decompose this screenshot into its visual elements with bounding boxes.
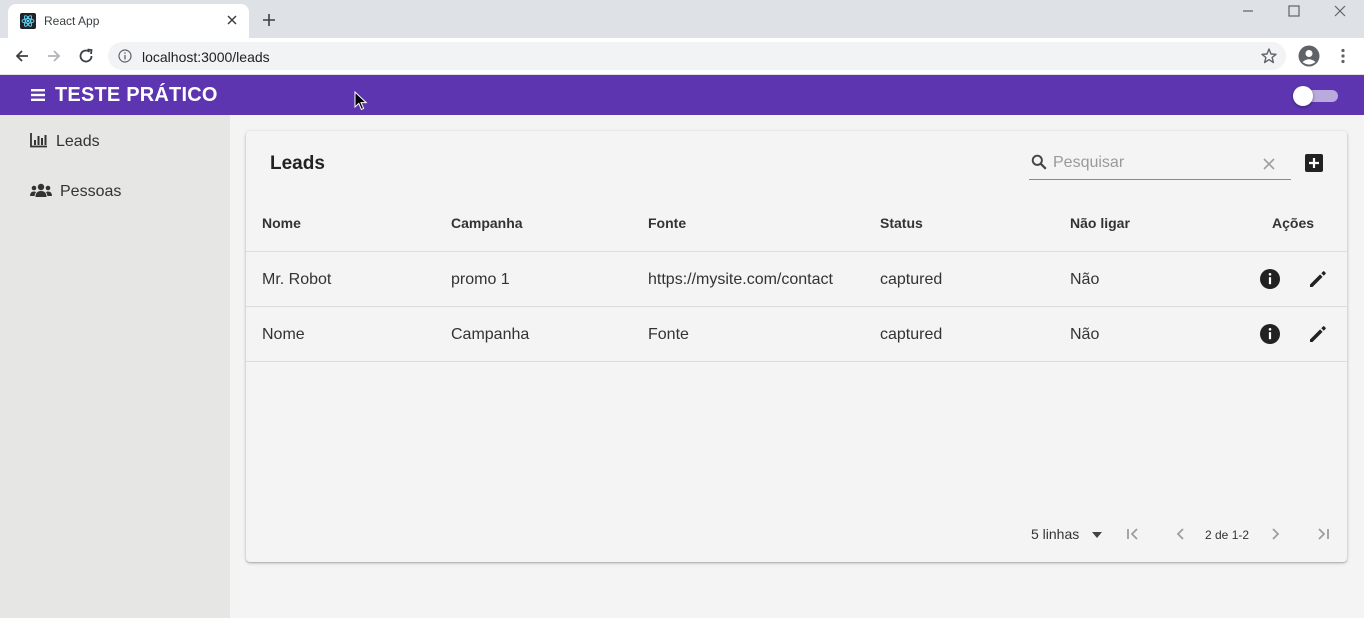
hamburger-menu-icon[interactable] (30, 87, 46, 103)
minimize-icon[interactable] (1240, 3, 1256, 19)
browser-tab[interactable]: React App (8, 4, 249, 38)
new-tab-icon[interactable] (261, 12, 277, 28)
bar-chart-icon (30, 133, 47, 148)
react-logo-icon (20, 13, 36, 29)
cell-status: captured (880, 326, 943, 343)
forward-icon[interactable] (45, 47, 63, 65)
chevron-down-icon (1092, 532, 1102, 538)
column-header-fonte[interactable]: Fonte (648, 215, 686, 231)
mouse-cursor-icon (354, 91, 368, 111)
rows-per-page-value: 5 linhas (1031, 526, 1080, 542)
column-header-nao-ligar[interactable]: Não ligar (1070, 215, 1130, 231)
info-icon[interactable] (1259, 323, 1281, 345)
bookmark-star-icon[interactable] (1260, 47, 1278, 65)
cell-status: captured (880, 271, 943, 288)
edit-icon[interactable] (1307, 323, 1329, 345)
browser-toolbar: localhost:3000/leads (0, 38, 1364, 75)
sidebar-item-leads[interactable]: Leads (0, 118, 230, 162)
edit-icon[interactable] (1307, 268, 1329, 290)
column-header-campanha[interactable]: Campanha (451, 215, 523, 231)
cell-campanha: promo 1 (451, 271, 510, 288)
add-lead-icon[interactable] (1305, 154, 1323, 172)
search-input[interactable] (1053, 151, 1253, 175)
sidebar-item-label: Leads (56, 133, 100, 150)
sidebar: Leads Pessoas (0, 115, 230, 618)
users-icon (30, 183, 52, 197)
app-title: TESTE PRÁTICO (55, 84, 218, 106)
sidebar-item-pessoas[interactable]: Pessoas (0, 168, 230, 212)
reload-icon[interactable] (77, 47, 95, 65)
tab-title: React App (44, 14, 100, 28)
search-icon (1031, 154, 1047, 170)
cell-nome: Mr. Robot (262, 271, 332, 288)
previous-page-icon[interactable] (1172, 525, 1190, 543)
page-info: 2 de 1-2 (1205, 528, 1250, 542)
column-header-status[interactable]: Status (880, 215, 923, 231)
cell-fonte: Fonte (648, 326, 689, 343)
cell-fonte: https://mysite.com/contact (648, 271, 833, 288)
clear-search-icon[interactable] (1262, 157, 1276, 171)
profile-avatar-icon[interactable] (1298, 45, 1320, 67)
rows-per-page-select[interactable]: 5 linhas (1031, 525, 1107, 545)
browser-menu-icon[interactable] (1334, 47, 1352, 65)
sidebar-item-label: Pessoas (60, 183, 122, 200)
column-header-nome[interactable]: Nome (262, 215, 301, 231)
browser-tab-bar: React App (0, 0, 1364, 38)
close-tab-icon[interactable] (225, 13, 239, 27)
first-page-icon[interactable] (1124, 525, 1142, 543)
row-divider (246, 361, 1347, 362)
back-icon[interactable] (13, 47, 31, 65)
url-text[interactable]: localhost:3000/leads (142, 49, 270, 65)
info-icon[interactable] (1259, 268, 1281, 290)
table-row: Mr. Robot promo 1 https://mysite.com/con… (246, 252, 1347, 307)
card-title: Leads (270, 153, 325, 174)
table-row: Nome Campanha Fonte captured Não (246, 307, 1347, 362)
theme-toggle[interactable] (1292, 85, 1340, 107)
leads-table-card: Leads Nome Campanha Fonte Status Não lig… (246, 131, 1347, 562)
cell-nao-ligar: Não (1070, 271, 1100, 288)
search-field (1029, 148, 1291, 180)
cell-nome: Nome (262, 326, 305, 343)
next-page-icon[interactable] (1266, 525, 1284, 543)
toggle-thumb (1293, 86, 1313, 106)
close-window-icon[interactable] (1332, 3, 1348, 19)
site-info-icon[interactable] (118, 49, 132, 63)
last-page-icon[interactable] (1314, 525, 1332, 543)
cell-campanha: Campanha (451, 326, 530, 343)
maximize-icon[interactable] (1286, 3, 1302, 19)
app-bar: TESTE PRÁTICO (0, 75, 1364, 115)
column-header-acoes: Ações (1272, 215, 1315, 231)
address-bar[interactable]: localhost:3000/leads (108, 42, 1286, 70)
cell-nao-ligar: Não (1070, 326, 1100, 343)
